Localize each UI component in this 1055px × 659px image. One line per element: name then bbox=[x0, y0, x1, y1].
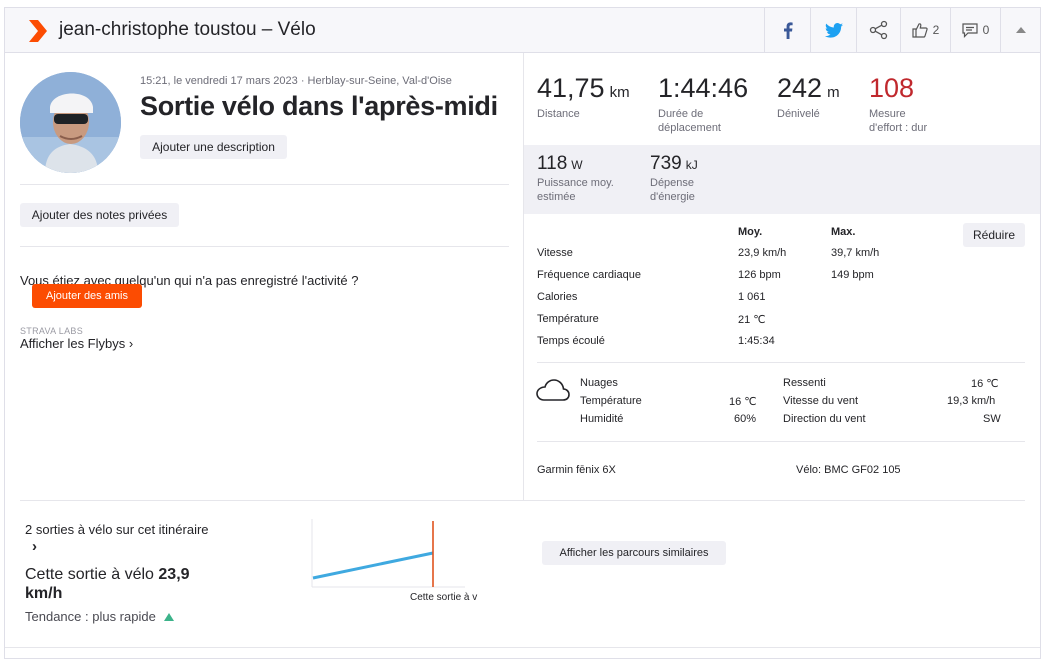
activity-title: Sortie vélo dans l'après-midi bbox=[140, 91, 498, 121]
moving-time-label: Durée de déplacement bbox=[658, 108, 721, 134]
this-ride-speed: Cette sortie à vélo 23,9 km/h bbox=[25, 566, 190, 602]
weather-condition: Nuages bbox=[580, 377, 618, 389]
weather-temp-label: Température bbox=[580, 395, 642, 407]
activity-date-location: 15:21, le vendredi 17 mars 2023 · Herbla… bbox=[140, 75, 452, 87]
kudos-button[interactable]: 2 bbox=[900, 8, 950, 52]
page-header: jean-christophe toustou – Vélo 2 0 bbox=[5, 8, 1040, 53]
moving-time-stat: 1:44:46 bbox=[658, 73, 749, 103]
bike-name[interactable]: Vélo: BMC GF02 105 bbox=[796, 464, 901, 476]
weather-wind-dir-value: SW bbox=[983, 413, 1001, 425]
relative-effort-label: Mesure d'effort : dur bbox=[869, 108, 928, 134]
row-label: Vitesse bbox=[537, 247, 573, 259]
similar-routes-button[interactable]: Afficher les parcours similaires bbox=[542, 541, 726, 565]
comments-count: 0 bbox=[982, 23, 990, 37]
strava-labs-label: STRAVA LABS bbox=[20, 326, 83, 336]
power-stat: 118 W bbox=[537, 153, 583, 174]
collapse-details-button[interactable]: Réduire bbox=[963, 223, 1025, 247]
row-label: Température bbox=[537, 313, 599, 325]
chevron-right-icon bbox=[29, 20, 47, 42]
weather-wind-speed-label: Vitesse du vent bbox=[783, 395, 859, 407]
column-divider bbox=[523, 53, 524, 500]
add-friends-button[interactable]: Ajouter des amis bbox=[32, 284, 142, 308]
trend-chart: Cette sortie à v bbox=[311, 519, 477, 603]
activity-page: jean-christophe toustou – Vélo 2 0 15:21… bbox=[4, 7, 1041, 659]
avatar[interactable] bbox=[20, 72, 121, 173]
distance-stat: 41,75 km bbox=[537, 73, 630, 103]
cloud-icon bbox=[536, 379, 570, 401]
row-avg: 126 bpm bbox=[738, 269, 781, 281]
divider bbox=[5, 647, 1040, 648]
add-private-notes-button[interactable]: Ajouter des notes privées bbox=[20, 203, 179, 227]
energy-label: Dépense d'énergie bbox=[650, 177, 695, 203]
row-label: Calories bbox=[537, 291, 578, 303]
share-icon bbox=[869, 20, 887, 40]
energy-stat: 739 kJ bbox=[650, 153, 698, 174]
relative-effort-stat[interactable]: 108 bbox=[869, 73, 914, 104]
trend-text: Tendance : plus rapide bbox=[25, 609, 175, 624]
row-label: Fréquence cardiaque bbox=[537, 269, 641, 281]
comment-icon bbox=[962, 22, 978, 38]
weather-temp-value: 16 ℃ bbox=[729, 396, 757, 408]
chevron-right-icon[interactable]: › bbox=[32, 538, 37, 555]
power-label: Puissance moy. estimée bbox=[537, 177, 614, 203]
caret-up-icon bbox=[1015, 27, 1026, 33]
thumbs-up-icon bbox=[912, 23, 928, 38]
collapse-header-button[interactable] bbox=[1000, 8, 1040, 52]
row-avg: 1 061 bbox=[738, 291, 766, 303]
elevation-stat: 242 m bbox=[777, 73, 840, 103]
divider bbox=[537, 362, 1025, 363]
weather-wind-speed-value: 19,3 km/h bbox=[947, 395, 996, 407]
weather-wind-dir-label: Direction du vent bbox=[783, 413, 866, 425]
row-avg: 21 ℃ bbox=[738, 314, 766, 326]
comments-button[interactable]: 0 bbox=[950, 8, 1000, 52]
row-label: Temps écoulé bbox=[537, 335, 605, 347]
row-avg: 23,9 km/h bbox=[738, 247, 787, 259]
row-max: 149 bpm bbox=[831, 269, 874, 281]
row-max: 39,7 km/h bbox=[831, 247, 880, 259]
kudos-count: 2 bbox=[932, 23, 940, 37]
device-name: Garmin fēnix 6X bbox=[537, 464, 616, 476]
weather-feels-value: 16 ℃ bbox=[971, 378, 999, 390]
this-ride-axis-label: Cette sortie à v bbox=[410, 592, 477, 603]
twitter-icon bbox=[824, 22, 843, 38]
share-button[interactable] bbox=[856, 8, 900, 52]
rides-on-route[interactable]: 2 sorties à vélo sur cet itinéraire bbox=[25, 522, 209, 537]
weather-humidity-label: Humidité bbox=[580, 413, 624, 425]
weather-feels-label: Ressenti bbox=[783, 377, 826, 389]
col-header-avg: Moy. bbox=[738, 226, 763, 238]
add-description-button[interactable]: Ajouter une description bbox=[140, 135, 287, 159]
facebook-icon bbox=[783, 21, 793, 39]
flybys-link[interactable]: Afficher les Flybys › bbox=[20, 336, 133, 351]
divider bbox=[537, 441, 1025, 442]
trend-line bbox=[312, 551, 434, 580]
row-avg: 1:45:34 bbox=[738, 335, 775, 347]
page-title: jean-christophe toustou – Vélo bbox=[59, 19, 316, 40]
divider bbox=[20, 246, 509, 247]
weather-humidity-value: 60% bbox=[734, 413, 757, 425]
divider bbox=[20, 184, 509, 185]
elevation-label: Dénivelé bbox=[777, 108, 820, 120]
divider bbox=[20, 500, 1025, 501]
share-facebook-button[interactable] bbox=[764, 8, 810, 52]
distance-label: Distance bbox=[537, 108, 580, 120]
trend-up-icon bbox=[164, 613, 175, 621]
share-twitter-button[interactable] bbox=[810, 8, 856, 52]
col-header-max: Max. bbox=[831, 226, 856, 238]
